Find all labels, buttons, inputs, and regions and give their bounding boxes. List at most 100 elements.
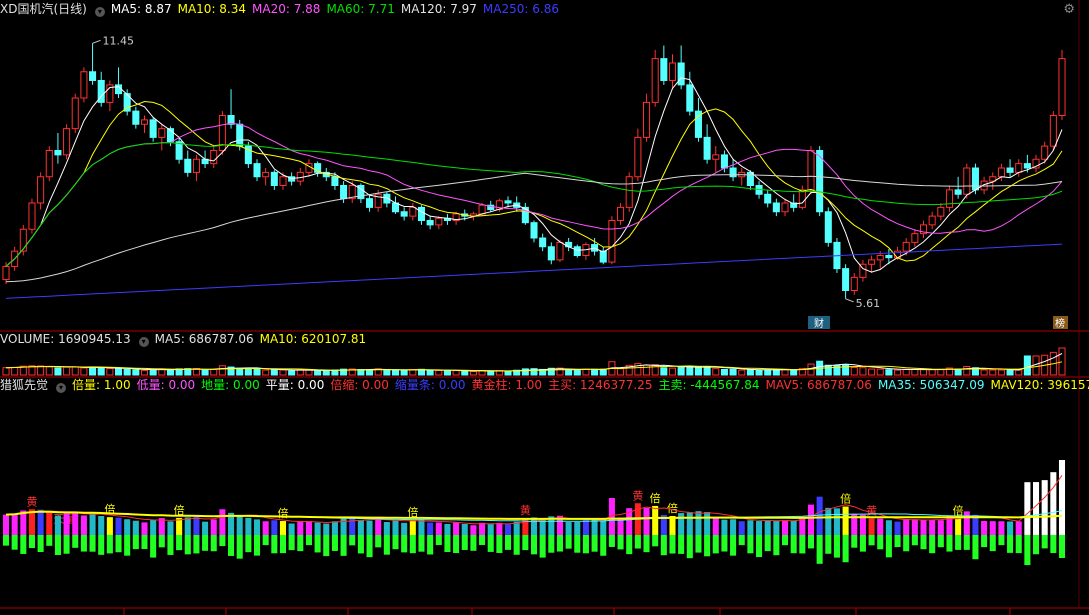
indicator-down-bar <box>730 535 737 556</box>
indicator-up-bar <box>323 523 330 535</box>
main-legend-item: MA10: 8.34 <box>177 2 247 16</box>
volume-bar <box>911 368 919 376</box>
indicator-up-bar <box>46 512 53 535</box>
double-marker: 倍 <box>650 491 661 505</box>
gear-icon[interactable]: ⚙ <box>1063 2 1075 17</box>
indicator-up-bar <box>790 520 797 535</box>
dropdown-icon[interactable]: ▾ <box>56 383 67 393</box>
volume-bar <box>262 369 270 376</box>
volume-bar <box>668 367 677 376</box>
candle-body <box>539 237 547 248</box>
candle-body <box>617 206 625 221</box>
indicator-down-bar <box>176 535 183 551</box>
indicator-legend-item: 猎狐先觉 <box>0 378 49 392</box>
double-marker: 倍 <box>840 492 851 506</box>
indicator-down-bar <box>202 535 209 551</box>
candle-body <box>712 154 720 160</box>
indicator-up-bar <box>236 516 243 535</box>
indicator-up-bar <box>80 515 87 535</box>
indicator-down-bar <box>756 535 763 558</box>
candle-body <box>2 265 10 281</box>
indicator-down-bar <box>721 535 728 552</box>
indicator-down-bar <box>228 535 235 556</box>
volume-bar <box>210 368 218 376</box>
indicator-up-bar <box>807 504 815 535</box>
volume-bar <box>11 366 19 376</box>
indicator-down-bar <box>305 535 312 546</box>
indicator-up-bar <box>920 519 927 535</box>
indicator-down-bar <box>2 535 10 546</box>
indicator-down-bar <box>851 535 858 548</box>
candle-body <box>1058 58 1066 116</box>
dropdown-icon[interactable]: ▾ <box>94 7 105 17</box>
indicator-up-bar <box>868 518 875 535</box>
indicator-down-bar <box>513 535 520 555</box>
indicator-down-bar <box>427 535 434 555</box>
indicator-up-bar <box>825 507 832 535</box>
indicator-up-bar <box>747 520 754 535</box>
candle-body <box>54 150 62 156</box>
indicator-legend-item: 倍量: 1.00 <box>72 378 131 392</box>
indicator-down-bar <box>383 535 390 555</box>
volume-bar <box>244 368 252 376</box>
indicator-down-bar <box>392 535 399 550</box>
volume-bar <box>755 369 763 376</box>
candle-body <box>651 58 659 103</box>
indicator-up-bar <box>331 521 338 535</box>
indicator-up-bar <box>738 521 745 535</box>
candle-body <box>340 185 348 200</box>
indicator-down-bar <box>167 535 174 555</box>
indicator-down-bar <box>937 535 944 548</box>
kline-chart[interactable]: 11.455.61财榜黄天量倍倍倍倍黄黄倍倍倍黄倍 <box>0 0 1089 615</box>
candle-body <box>28 202 36 230</box>
indicator-down-bar <box>643 535 650 553</box>
indicator-up-bar <box>479 522 486 535</box>
indicator-up-bar <box>253 519 261 535</box>
candle-body <box>772 202 780 213</box>
indicator-down-bar <box>790 535 797 554</box>
candle-body <box>660 58 668 81</box>
indicator-down-bar <box>444 535 451 552</box>
candle-body <box>816 150 824 213</box>
indicator-down-bar <box>193 535 200 554</box>
indicator-down-bar <box>833 535 840 558</box>
indicator-down-bar <box>894 535 901 548</box>
indicator-up-bar <box>721 519 728 535</box>
volume-bar <box>686 366 694 376</box>
candle-body <box>668 62 677 81</box>
indicator-down-bar <box>842 535 849 563</box>
indicator-legend-item: 低量: 0.00 <box>136 378 196 392</box>
dropdown-icon[interactable]: ▾ <box>138 337 149 347</box>
indicator-up-bar <box>427 522 434 535</box>
double-marker: 倍 <box>277 506 288 520</box>
indicator-up-bar <box>98 516 105 535</box>
gold-marker: 黄 <box>632 488 643 502</box>
indicator-up-bar <box>686 512 693 535</box>
indicator-down-bar <box>522 535 529 551</box>
indicator-down-bar <box>314 535 321 553</box>
indicator-down-bar <box>920 535 927 550</box>
indicator-down-bar <box>98 535 105 555</box>
volume-bar <box>71 366 79 376</box>
indicator-legend-item: 主卖: -444567.84 <box>658 378 760 392</box>
volume-bar <box>729 368 737 376</box>
indicator-up-bar <box>366 520 373 535</box>
indicator-down-bar <box>972 535 979 560</box>
indicator-up-bar <box>401 522 408 535</box>
indicator-up-bar <box>833 508 840 535</box>
candle-body <box>729 167 737 178</box>
volume-bar <box>859 367 867 376</box>
candle-body <box>945 189 954 208</box>
indicator-down-bar <box>253 535 261 556</box>
candle-body <box>132 110 140 125</box>
indicator-up-bar <box>487 524 494 535</box>
candle-body <box>642 101 651 138</box>
volume-bar <box>236 367 244 376</box>
indicator-up-bar <box>184 517 191 535</box>
indicator-down-bar <box>539 535 546 558</box>
indicator-up-bar <box>2 514 10 535</box>
indicator-legend-item: MA35: 506347.09 <box>877 378 985 392</box>
volume-bar <box>366 369 374 376</box>
indicator-down-bar <box>825 535 832 554</box>
volume-bar <box>703 366 711 376</box>
